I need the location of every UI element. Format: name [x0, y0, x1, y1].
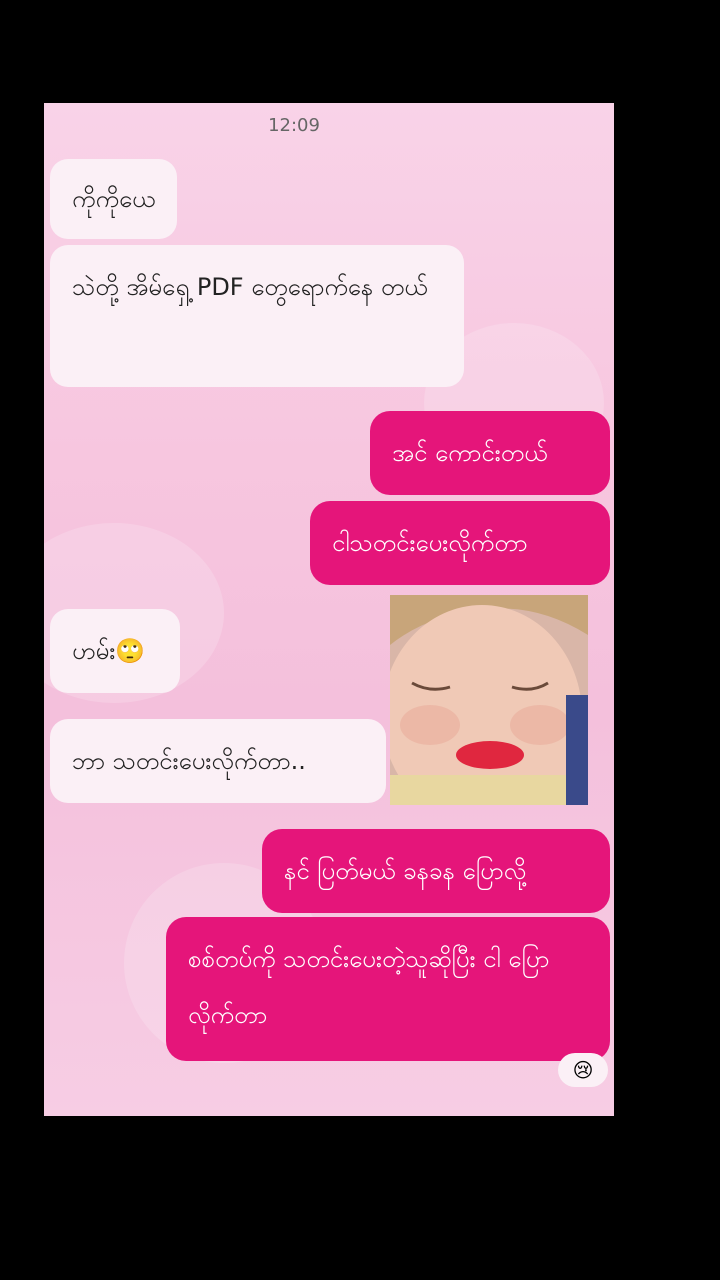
incoming-message[interactable]: ဘာ သတင်းပေးလိုက်တာ.. — [50, 719, 386, 803]
baby-photo[interactable] — [390, 595, 588, 805]
crying-emoji-icon: 😢 — [572, 1058, 594, 1082]
outgoing-message[interactable]: နင် ပြတ်မယ် ခနခန ပြောလို့ — [262, 829, 610, 913]
incoming-message[interactable]: ဟမ်း🙄 — [50, 609, 180, 693]
incoming-message[interactable]: ကိုကိုယေ — [50, 159, 178, 239]
outgoing-message[interactable]: ငါသတင်းပေးလိုက်တာ — [310, 501, 610, 585]
outgoing-message[interactable]: စစ်တပ်ကို သတင်းပေးတဲ့သူဆိုပြီး ငါ ပြောလိ… — [166, 917, 610, 1061]
chat-screen: 12:09 ကိုကိုယေ သဲတို့ အိမ်ရှေ့ PDF တွေရေ… — [44, 103, 614, 1116]
outgoing-message[interactable]: အင် ကောင်းတယ် — [370, 411, 610, 495]
status-time: 12:09 — [268, 115, 320, 136]
incoming-message[interactable]: သဲတို့ အိမ်ရှေ့ PDF တွေရောက်နေ တယ် — [50, 245, 464, 387]
baby-photo-icon — [390, 595, 588, 805]
reaction-badge[interactable]: 😢 — [558, 1053, 608, 1087]
